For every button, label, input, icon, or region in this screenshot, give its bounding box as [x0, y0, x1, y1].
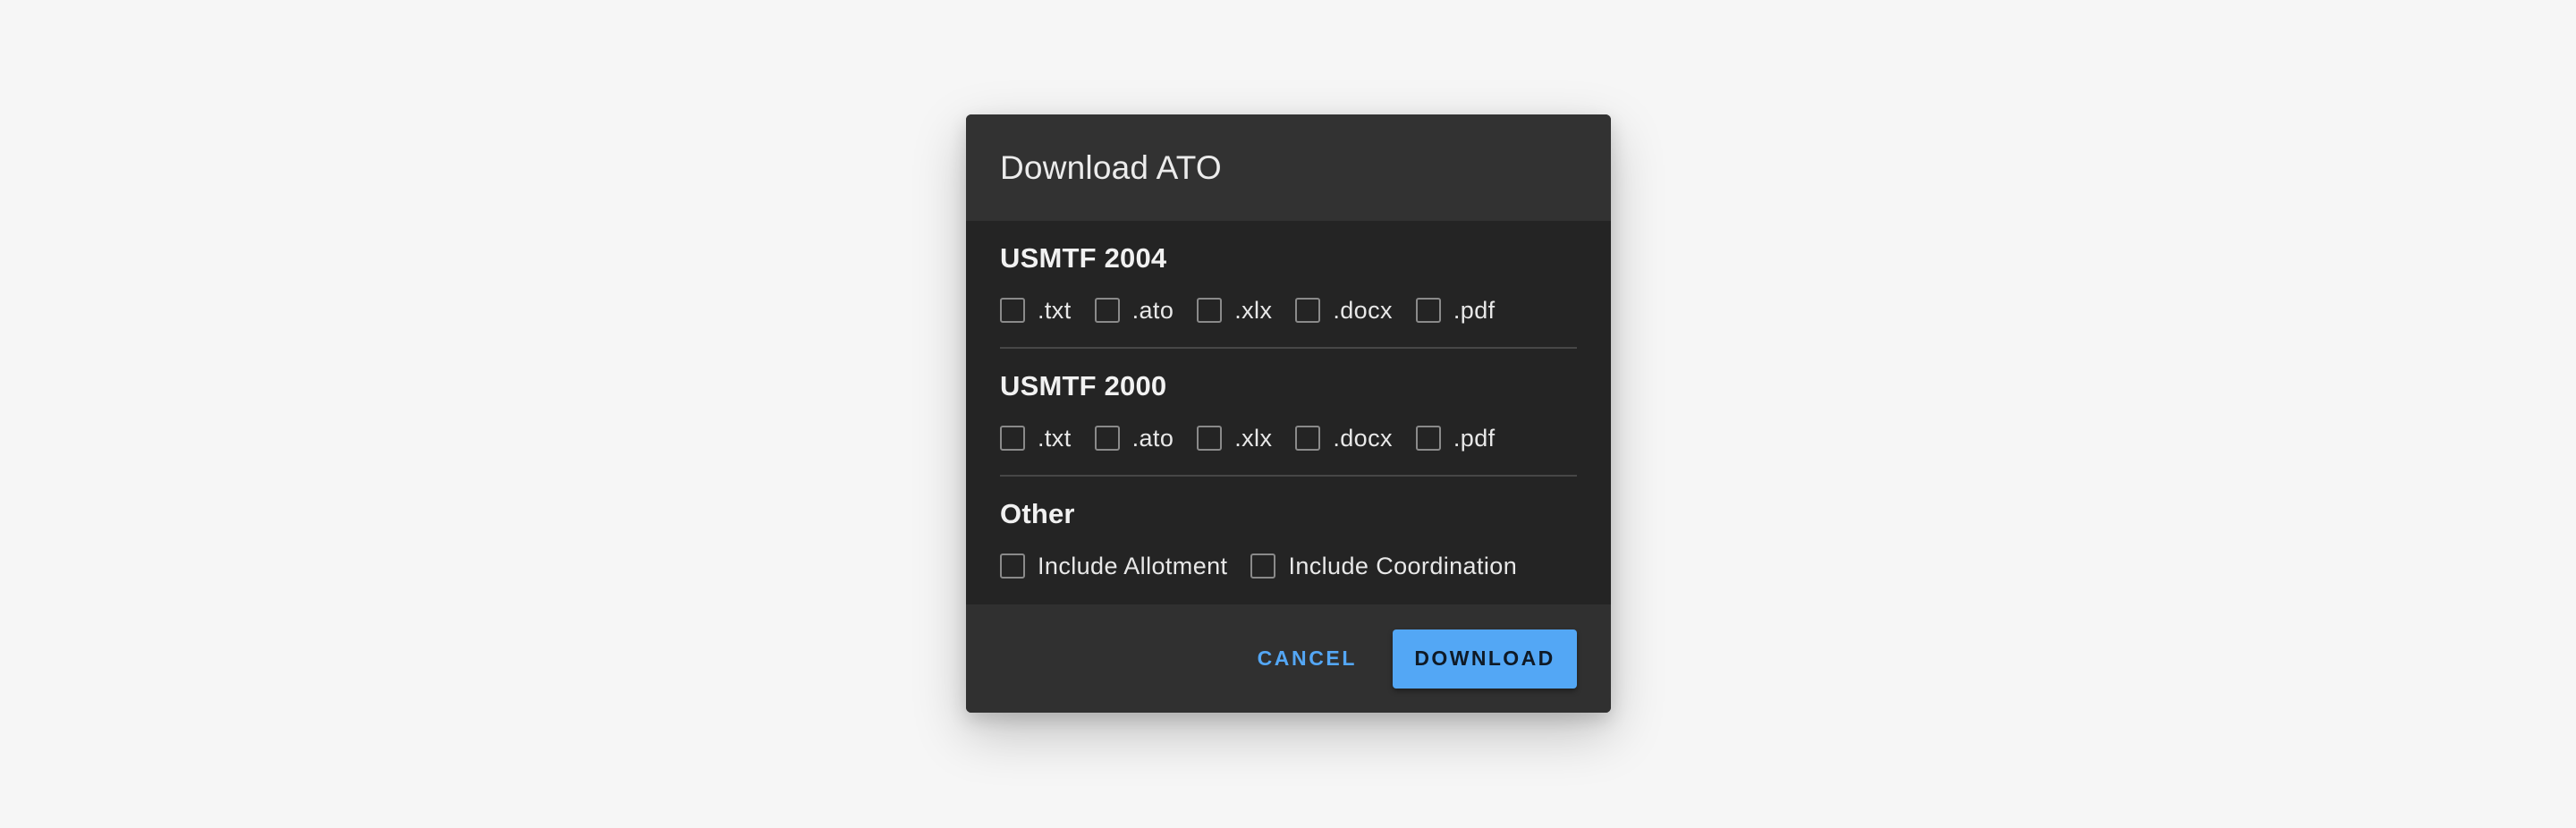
option-label: .txt — [1038, 296, 1072, 324]
option-label: Include Allotment — [1038, 552, 1228, 579]
option-include-coordination[interactable]: Include Coordination — [1250, 548, 1517, 584]
option-label: .xlx — [1234, 296, 1273, 324]
checkbox-unchecked-icon[interactable] — [1197, 298, 1223, 323]
option-label: .pdf — [1453, 296, 1496, 324]
option-2000-pdf[interactable]: .pdf — [1415, 420, 1496, 456]
option-2000-txt[interactable]: .txt — [1000, 420, 1072, 456]
option-label: .xlx — [1234, 424, 1273, 452]
section-title: USMTF 2004 — [1000, 242, 1167, 274]
option-2000-xlx[interactable]: .xlx — [1197, 420, 1272, 456]
options-row: .txt .ato .xlx .docx .pdf — [1000, 420, 1519, 456]
section-usmtf-2000: USMTF 2000 .txt .ato .xlx .docx .pdf — [1000, 349, 1577, 477]
checkbox-unchecked-icon[interactable] — [1094, 298, 1120, 323]
option-label: .pdf — [1453, 424, 1496, 452]
checkbox-unchecked-icon[interactable] — [1000, 553, 1025, 579]
option-label: .docx — [1333, 424, 1393, 452]
dialog-footer: CANCEL DOWNLOAD — [966, 604, 1611, 713]
checkbox-unchecked-icon[interactable] — [1415, 426, 1441, 451]
dialog-title: Download ATO — [1000, 148, 1222, 186]
option-2004-docx[interactable]: .docx — [1295, 292, 1393, 328]
option-label: .txt — [1038, 424, 1072, 452]
options-row: Include Allotment Include Coordination — [1000, 548, 1540, 584]
option-2004-xlx[interactable]: .xlx — [1197, 292, 1272, 328]
checkbox-unchecked-icon[interactable] — [1415, 298, 1441, 323]
option-label: .ato — [1131, 424, 1174, 452]
option-label: Include Coordination — [1288, 552, 1518, 579]
checkbox-unchecked-icon[interactable] — [1250, 553, 1276, 579]
cancel-button[interactable]: CANCEL — [1240, 629, 1375, 689]
option-include-allotment[interactable]: Include Allotment — [1000, 548, 1227, 584]
checkbox-unchecked-icon[interactable] — [1094, 426, 1120, 451]
dialog-body: USMTF 2004 .txt .ato .xlx .docx .pdf USM… — [966, 221, 1611, 604]
option-2000-ato[interactable]: .ato — [1094, 420, 1174, 456]
section-title: USMTF 2000 — [1000, 370, 1167, 401]
page-backdrop: Download ATO USMTF 2004 .txt .ato .xlx .… — [0, 0, 2576, 828]
checkbox-unchecked-icon[interactable] — [1197, 426, 1223, 451]
option-2000-docx[interactable]: .docx — [1295, 420, 1393, 456]
section-title: Other — [1000, 498, 1075, 529]
option-2004-pdf[interactable]: .pdf — [1415, 292, 1496, 328]
download-button[interactable]: DOWNLOAD — [1393, 629, 1577, 689]
dialog-header: Download ATO — [966, 114, 1611, 221]
checkbox-unchecked-icon[interactable] — [1000, 426, 1025, 451]
option-label: .docx — [1333, 296, 1393, 324]
option-label: .ato — [1131, 296, 1174, 324]
option-2004-txt[interactable]: .txt — [1000, 292, 1072, 328]
section-other: Other Include Allotment Include Coordina… — [1000, 477, 1577, 604]
download-ato-dialog: Download ATO USMTF 2004 .txt .ato .xlx .… — [966, 114, 1611, 713]
options-row: .txt .ato .xlx .docx .pdf — [1000, 292, 1519, 328]
checkbox-unchecked-icon[interactable] — [1295, 426, 1321, 451]
section-usmtf-2004: USMTF 2004 .txt .ato .xlx .docx .pdf — [1000, 221, 1577, 349]
checkbox-unchecked-icon[interactable] — [1000, 298, 1025, 323]
checkbox-unchecked-icon[interactable] — [1295, 298, 1321, 323]
option-2004-ato[interactable]: .ato — [1094, 292, 1174, 328]
